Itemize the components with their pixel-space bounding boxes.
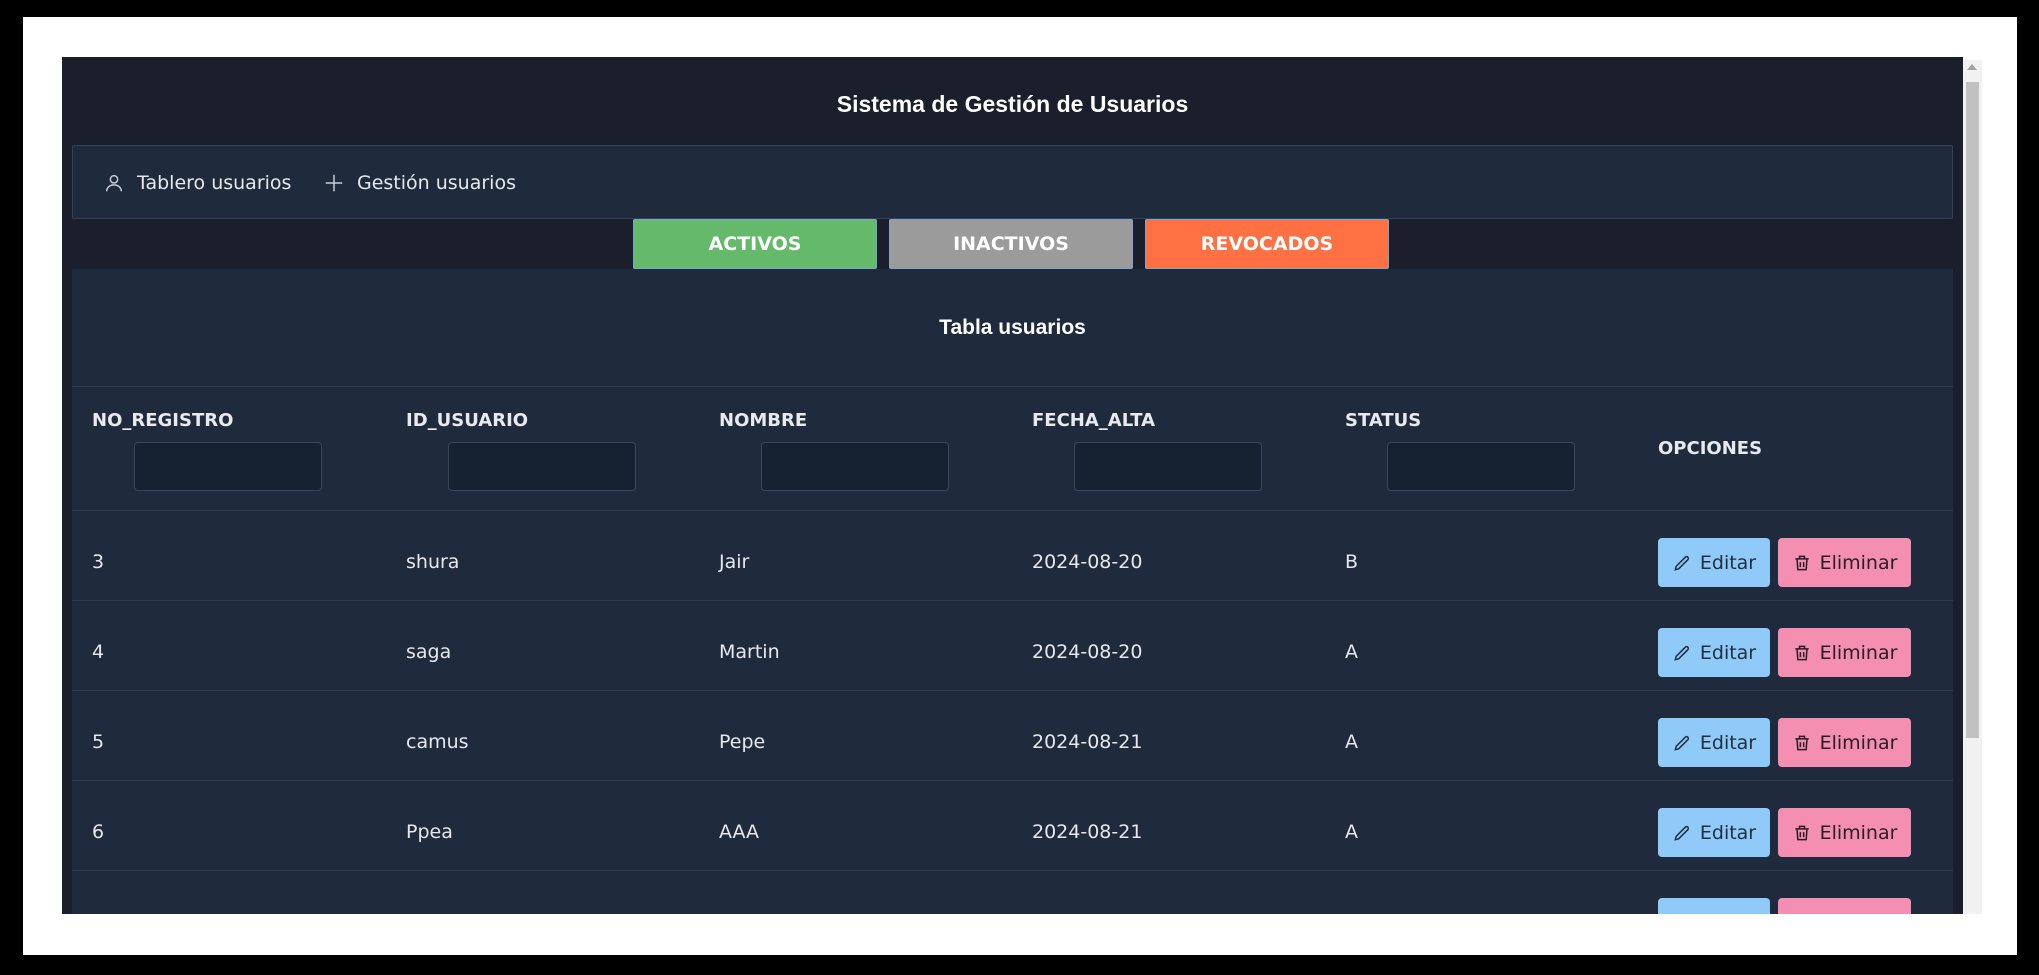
nav-label: Tablero usuarios [137,172,292,194]
delete-button[interactable]: Eliminar [1778,718,1911,767]
delete-button-label: Eliminar [1819,821,1898,844]
row-divider [72,510,1953,511]
delete-button-label: Eliminar [1819,641,1898,664]
cell-no-registro: 6 [92,821,105,843]
cell-id-usuario: saga [406,641,452,663]
pencil-icon [1674,555,1689,571]
pencil-icon [1674,825,1689,841]
cell-no-registro: 5 [92,731,105,753]
row-divider [72,870,1953,871]
column-header-opciones: OPCIONES [1658,438,1763,459]
cell-status: A [1345,821,1358,843]
edit-button-label: Editar [1699,821,1757,844]
column-header-nombre: NOMBRE [719,410,808,431]
nav-label: Gestión usuarios [357,172,516,194]
vertical-scrollbar[interactable] [1963,60,1982,914]
column-header-fecha-alta: FECHA_ALTA [1032,410,1156,431]
filter-nombre-input[interactable] [761,442,949,491]
filter-status-input[interactable] [1387,442,1575,491]
trash-icon [1794,645,1809,660]
edit-button[interactable]: Editar [1658,718,1770,767]
delete-button[interactable]: Eliminar [1778,808,1911,857]
delete-button[interactable] [1778,898,1911,914]
column-header-status: STATUS [1345,410,1422,431]
cell-nombre: AAA [719,821,760,843]
cell-fecha-alta: 2024-08-20 [1032,641,1143,663]
cell-no-registro: 4 [92,641,105,663]
edit-button-label: Editar [1699,731,1757,754]
nav-tablero-usuarios[interactable]: Tablero usuarios [103,146,291,220]
filter-fecha-alta-input[interactable] [1074,442,1262,491]
trash-icon [1794,735,1809,750]
app-title: Sistema de Gestión de Usuarios [836,91,1189,117]
row-divider [72,386,1953,387]
cell-no-registro: 3 [92,551,105,573]
filter-activos-button[interactable]: ACTIVOS [633,219,877,269]
delete-button-label: Eliminar [1819,551,1898,574]
column-header-id-usuario: ID_USUARIO [406,410,529,431]
pencil-icon [1674,735,1689,751]
trash-icon [1794,825,1809,840]
plus-icon [325,174,343,192]
users-table-card: Tabla usuarios NO_REGISTRO ID_USUARIO NO… [72,269,1953,914]
cell-nombre: Martin [719,641,780,663]
edit-button-label: Editar [1699,551,1757,574]
cell-status: B [1345,551,1359,573]
delete-button-label: Eliminar [1819,731,1898,754]
column-header-no-registro: NO_REGISTRO [92,410,234,431]
cell-id-usuario: camus [406,731,469,753]
cell-fecha-alta: 2024-08-21 [1032,731,1143,753]
delete-button[interactable]: Eliminar [1778,538,1911,587]
pencil-icon [1674,645,1689,661]
nav-gestion-usuarios[interactable]: Gestión usuarios [323,146,516,220]
scrollbar-thumb[interactable] [1966,82,1979,738]
app-window: Sistema de Gestión de Usuarios Tablero u… [62,57,1963,914]
navbar: Tablero usuarios Gestión usuarios [72,145,1953,219]
cell-id-usuario: shura [406,551,460,573]
filter-inactivos-button[interactable]: INACTIVOS [889,219,1133,269]
row-divider [72,780,1953,781]
cell-id-usuario: Ppea [406,821,453,843]
table-title: Tabla usuarios [939,316,1086,339]
filter-id-usuario-input[interactable] [448,442,636,491]
scroll-up-arrow-icon[interactable] [1967,64,1977,70]
user-icon [105,174,123,192]
edit-button[interactable]: Editar [1658,538,1770,587]
trash-icon [1794,555,1809,570]
edit-button[interactable] [1658,898,1770,914]
edit-button[interactable]: Editar [1658,808,1770,857]
edit-button[interactable]: Editar [1658,628,1770,677]
cell-status: A [1345,641,1358,663]
cell-status: A [1345,731,1358,753]
top-border [62,57,1963,60]
edit-button-label: Editar [1699,641,1757,664]
delete-button[interactable]: Eliminar [1778,628,1911,677]
cell-nombre: Jair [719,551,750,573]
filter-revocados-button[interactable]: REVOCADOS [1145,219,1389,269]
cell-fecha-alta: 2024-08-20 [1032,551,1143,573]
row-divider [72,600,1953,601]
cell-nombre: Pepe [719,731,766,753]
cell-fecha-alta: 2024-08-21 [1032,821,1143,843]
filter-no-registro-input[interactable] [134,442,322,491]
row-divider [72,690,1953,691]
